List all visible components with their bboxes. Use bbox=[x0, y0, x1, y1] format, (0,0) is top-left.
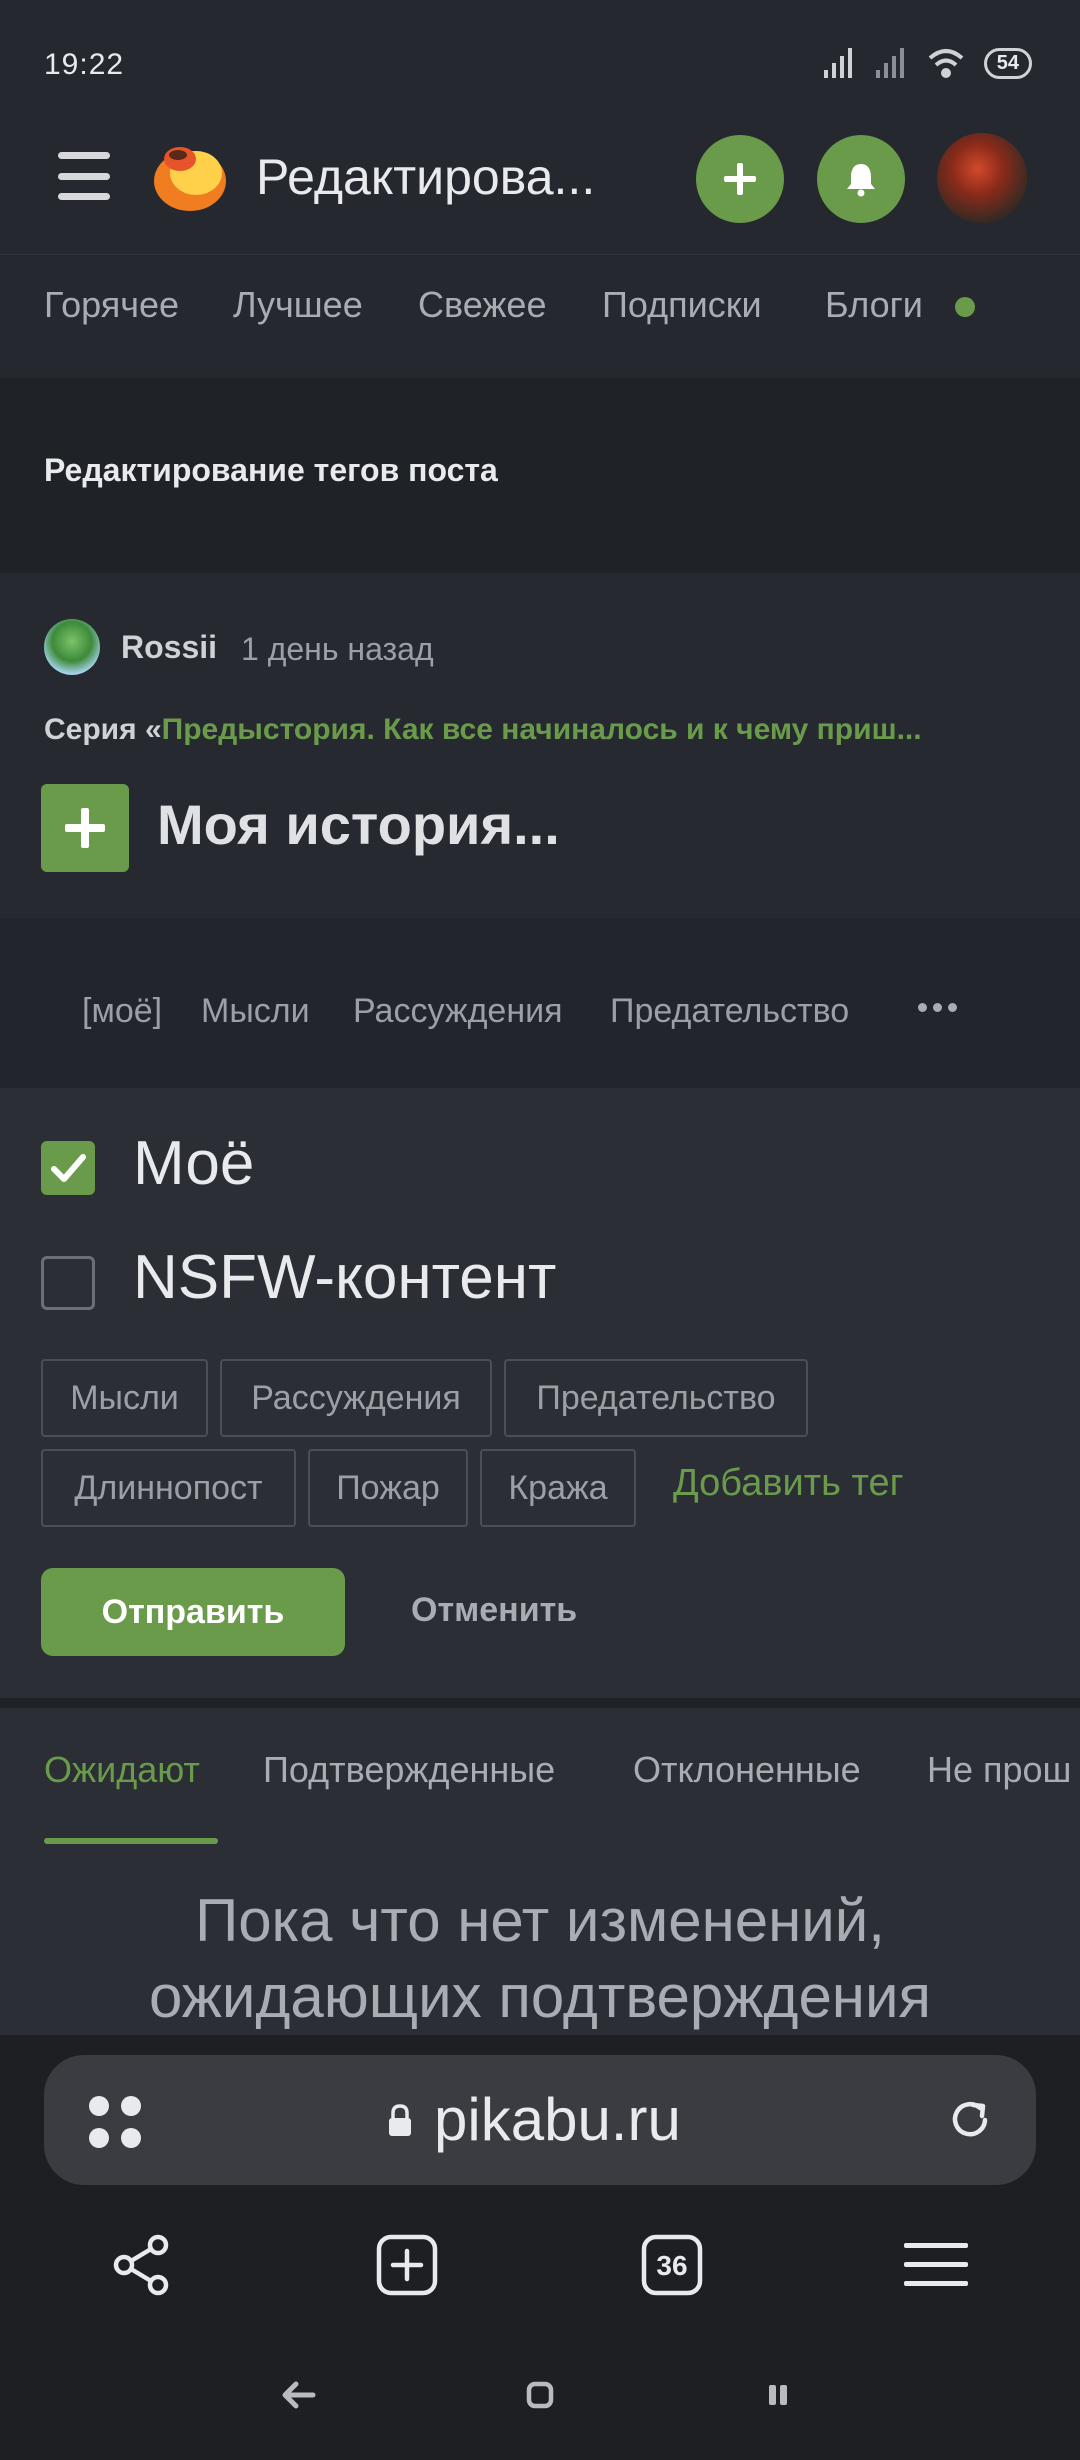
wifi-icon bbox=[928, 49, 964, 78]
lock-icon bbox=[386, 2103, 414, 2144]
nav-item-blogs[interactable]: Блоги bbox=[825, 284, 923, 326]
post-time: 1 день назад bbox=[241, 631, 434, 667]
header-title: Редактирова... bbox=[256, 149, 596, 205]
series-prefix: Серия « bbox=[44, 713, 162, 746]
hamburger-icon[interactable] bbox=[58, 148, 110, 204]
tab-rejected[interactable]: Отклоненные bbox=[633, 1749, 861, 1791]
nav-item-subscriptions[interactable]: Подписки bbox=[602, 284, 762, 326]
bell-icon bbox=[847, 164, 875, 197]
nsfw-checkbox[interactable] bbox=[41, 1256, 95, 1310]
back-icon[interactable] bbox=[278, 2375, 318, 2415]
tab-pending[interactable]: Ожидают bbox=[44, 1749, 200, 1791]
edit-tag-chip[interactable]: Мысли bbox=[41, 1359, 208, 1437]
home-icon[interactable] bbox=[520, 2375, 560, 2415]
divider bbox=[0, 1698, 1080, 1708]
edit-tag-chip[interactable]: Кража bbox=[480, 1449, 636, 1527]
tag-betrayal[interactable]: Предательство bbox=[610, 992, 849, 1031]
menu-icon[interactable] bbox=[901, 2230, 971, 2300]
blogs-new-dot bbox=[955, 297, 975, 317]
tag-moe[interactable]: [моё] bbox=[82, 992, 162, 1031]
add-post-button[interactable] bbox=[696, 135, 784, 223]
empty-message: Пока что нет изменений, ожидающих подтве… bbox=[149, 1887, 931, 2030]
recents-icon[interactable] bbox=[758, 2375, 798, 2415]
notifications-button[interactable] bbox=[817, 135, 905, 223]
check-icon bbox=[51, 1154, 86, 1182]
series-line: Серия «Предыстория. Как все начиналось и… bbox=[44, 713, 1044, 747]
submit-button[interactable]: Отправить bbox=[41, 1568, 345, 1656]
nav-item-hot[interactable]: Горячее bbox=[44, 284, 179, 326]
page-title: Редактирование тегов поста bbox=[44, 452, 498, 488]
url-text[interactable]: pikabu.ru bbox=[434, 2085, 681, 2154]
signal-icon bbox=[823, 48, 852, 78]
share-icon[interactable] bbox=[107, 2230, 177, 2300]
active-tab-indicator bbox=[44, 1838, 218, 1844]
user-avatar[interactable] bbox=[937, 133, 1027, 223]
status-icons: 54 bbox=[822, 46, 1032, 80]
tab-count: 36 bbox=[656, 2250, 687, 2281]
moe-label[interactable]: Моё bbox=[133, 1128, 254, 1199]
tag-reasoning[interactable]: Рассуждения bbox=[353, 992, 563, 1031]
post-title[interactable]: Моя история... bbox=[157, 792, 560, 857]
add-tag-link[interactable]: Добавить тег bbox=[673, 1462, 903, 1505]
plus-icon bbox=[65, 808, 105, 848]
tab-approved[interactable]: Подтвержденные bbox=[263, 1749, 555, 1791]
reload-icon[interactable] bbox=[945, 2095, 995, 2150]
edit-tag-chip[interactable]: Предательство bbox=[504, 1359, 808, 1437]
nsfw-label[interactable]: NSFW-контент bbox=[133, 1242, 556, 1313]
moe-checkbox[interactable] bbox=[41, 1141, 95, 1195]
signal-icon-2 bbox=[875, 48, 904, 78]
more-icon[interactable] bbox=[918, 1003, 957, 1012]
edit-tag-chip[interactable]: Пожар bbox=[308, 1449, 468, 1527]
tag-thoughts[interactable]: Мысли bbox=[201, 992, 310, 1031]
series-link[interactable]: Предыстория. Как все начиналось и к чему… bbox=[162, 713, 922, 746]
battery-indicator: 54 bbox=[983, 47, 1032, 79]
nav-item-best[interactable]: Лучшее bbox=[233, 284, 363, 326]
tabs-count-icon[interactable]: 36 bbox=[637, 2230, 707, 2300]
plus-icon bbox=[724, 163, 756, 195]
tab-not-passed[interactable]: Не прош bbox=[927, 1749, 1080, 1791]
rate-plus-button[interactable] bbox=[41, 784, 129, 872]
author-name[interactable]: Rossii bbox=[121, 629, 217, 666]
pikabu-logo[interactable] bbox=[150, 135, 230, 215]
nav-item-fresh[interactable]: Свежее bbox=[418, 284, 546, 326]
cancel-button[interactable]: Отменить bbox=[411, 1591, 577, 1630]
site-menu-icon[interactable] bbox=[86, 2093, 144, 2156]
new-tab-icon[interactable] bbox=[372, 2230, 442, 2300]
status-time: 19:22 bbox=[44, 48, 125, 81]
edit-tag-chip[interactable]: Длиннопост bbox=[41, 1449, 296, 1527]
author-avatar[interactable] bbox=[44, 619, 100, 675]
edit-tag-chip[interactable]: Рассуждения bbox=[220, 1359, 492, 1437]
